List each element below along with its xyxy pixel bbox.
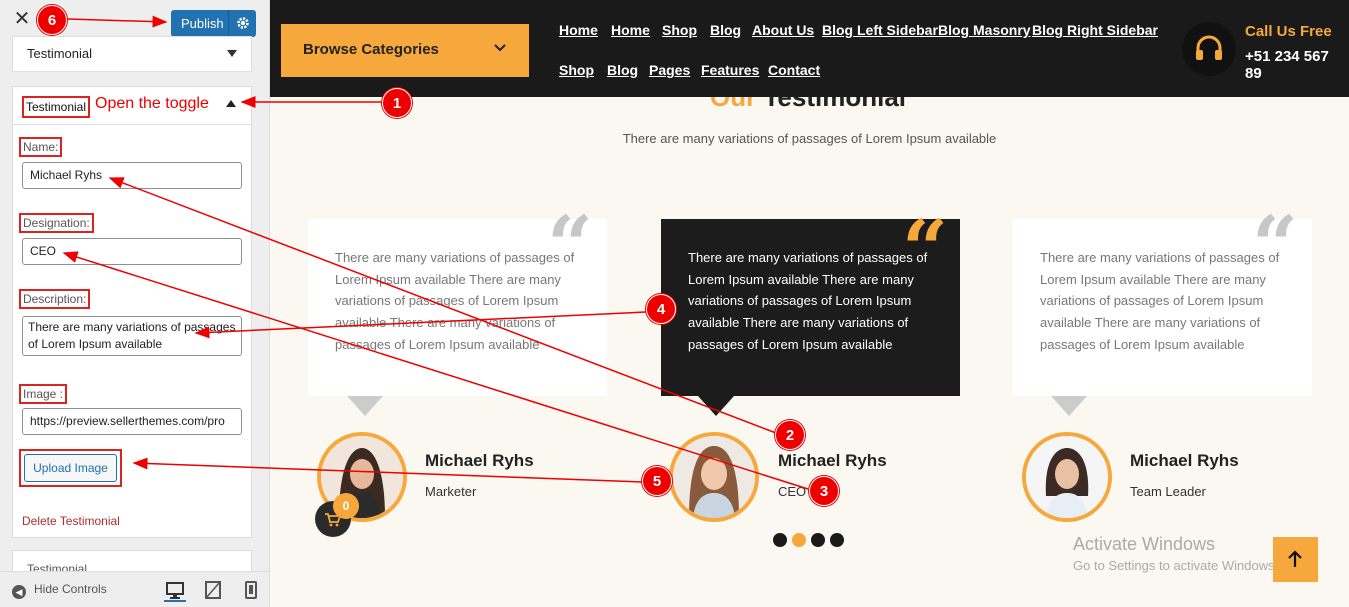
testimonial-card-active: “ There are many variations of passages … xyxy=(661,209,960,396)
hide-controls-label: Hide Controls xyxy=(34,582,107,596)
tablet-preview-icon[interactable] xyxy=(202,580,224,602)
name-label: Name: xyxy=(19,137,63,157)
panel-title: Testimonial xyxy=(27,46,93,61)
gear-icon xyxy=(237,17,249,29)
testimonial-card: “ There are many variations of passages … xyxy=(1013,205,1312,396)
designation-label: Designation: xyxy=(19,213,94,233)
panel-title: Testimonial xyxy=(22,96,91,118)
customizer-footer: ◀ Hide Controls xyxy=(0,571,269,607)
publish-button[interactable]: Publish xyxy=(171,10,256,37)
testimonial-text: There are many variations of passages of… xyxy=(335,250,575,352)
subheading-wrap: There are many variations of passages of… xyxy=(470,0,1149,160)
person-name: Michael Ryhs xyxy=(778,451,887,470)
publish-settings-button[interactable] xyxy=(228,10,256,37)
description-label: Description: xyxy=(19,289,91,309)
image-url-field[interactable]: https://preview.sellerthemes.com/pro xyxy=(22,408,242,435)
quote-icon: “ xyxy=(1251,198,1298,292)
annotation-marker-6: 6 xyxy=(37,5,67,35)
close-icon[interactable]: ✕ xyxy=(12,9,32,29)
quote-icon: “ xyxy=(901,202,948,296)
caret-up-icon[interactable] xyxy=(226,100,236,107)
designation-field[interactable]: CEO xyxy=(22,238,242,265)
upload-highlight: Upload Image xyxy=(19,449,122,487)
testimonial-panel-expanded: Testimonial Open the toggle Name: Michae… xyxy=(12,86,252,538)
mobile-preview-icon[interactable] xyxy=(240,580,262,602)
testimonial-text: There are many variations of passages of… xyxy=(1040,250,1280,352)
panel-toggle[interactable]: Testimonial Open the toggle xyxy=(13,87,251,125)
testimonial-text: There are many variations of passages of… xyxy=(688,250,928,352)
testimonial-panel-collapsed[interactable]: Testimonial xyxy=(12,36,252,72)
site-preview: Browse Categories Home Home Shop Blog Ab… xyxy=(270,0,1349,607)
hide-controls-button[interactable]: ◀ Hide Controls xyxy=(12,582,107,599)
carousel-dot[interactable] xyxy=(830,533,844,547)
call-us-label: Call Us Free xyxy=(1245,23,1332,40)
back-to-top-button[interactable] xyxy=(1273,537,1318,582)
arrow-up-icon xyxy=(1288,550,1302,567)
activate-windows-subtitle: Go to Settings to activate Windows. xyxy=(1073,558,1279,573)
annotation-marker-4: 4 xyxy=(646,294,676,324)
desktop-preview-icon[interactable] xyxy=(164,580,186,602)
caret-down-icon xyxy=(227,50,237,57)
phone-number: +51 234 567 89 xyxy=(1245,48,1329,82)
customizer-sidebar: ✕ Publish Testimonial Testimonial Open t… xyxy=(0,0,270,607)
delete-testimonial-link[interactable]: Delete Testimonial xyxy=(22,514,120,528)
annotation-marker-3: 3 xyxy=(809,476,839,506)
publish-label: Publish xyxy=(181,16,224,31)
activate-windows-title: Activate Windows xyxy=(1073,534,1216,554)
person-role: Team Leader xyxy=(1130,484,1206,499)
card-pointer xyxy=(347,396,383,416)
upload-image-button[interactable]: Upload Image xyxy=(24,454,117,482)
person-role: Marketer xyxy=(425,484,477,499)
image-label: Image : xyxy=(19,384,68,404)
headphone-icon xyxy=(1182,22,1236,76)
annotation-marker-5: 5 xyxy=(642,466,672,496)
browse-categories-label: Browse Categories xyxy=(303,41,439,58)
cart-count-badge: 0 xyxy=(333,493,359,519)
carousel-dot-active[interactable] xyxy=(792,533,806,547)
description-textarea[interactable]: There are many variations of passages of… xyxy=(22,316,242,356)
person-name: Michael Ryhs xyxy=(1130,451,1239,470)
quote-icon: “ xyxy=(546,198,593,292)
annotation-note: Open the toggle xyxy=(95,95,209,112)
carousel-dot[interactable] xyxy=(773,533,787,547)
person-name: Michael Ryhs xyxy=(425,451,534,470)
annotation-marker-2: 2 xyxy=(775,420,805,450)
annotation-marker-1: 1 xyxy=(382,88,412,118)
avatar xyxy=(1022,432,1112,522)
name-field[interactable]: Michael Ryhs xyxy=(22,162,242,189)
section-subheading: There are many variations of passages of… xyxy=(622,131,997,146)
avatar xyxy=(669,432,759,522)
carousel-dot[interactable] xyxy=(811,533,825,547)
person-role: CEO xyxy=(778,484,807,499)
card-pointer xyxy=(1051,396,1087,416)
card-pointer xyxy=(698,396,734,416)
collapse-icon: ◀ xyxy=(12,585,26,599)
testimonial-card: “ There are many variations of passages … xyxy=(308,205,607,396)
